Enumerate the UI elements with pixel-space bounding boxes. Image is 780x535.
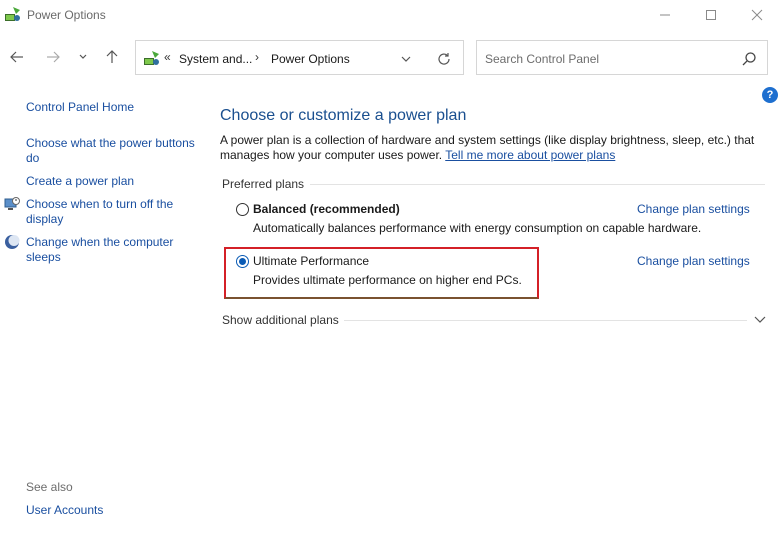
- breadcrumb-power-options[interactable]: Power Options: [271, 52, 350, 66]
- maximize-icon: [706, 10, 716, 20]
- forward-button[interactable]: [42, 46, 64, 68]
- window-title: Power Options: [27, 8, 106, 22]
- change-plan-settings-ultimate[interactable]: Change plan settings: [637, 254, 750, 268]
- power-options-icon: [5, 7, 20, 21]
- breadcrumb-separator[interactable]: ›: [255, 50, 259, 64]
- change-plan-settings-balanced[interactable]: Change plan settings: [637, 202, 750, 216]
- chevron-down-icon[interactable]: [753, 314, 767, 326]
- chevron-down-icon: [79, 54, 87, 59]
- minimize-button[interactable]: [642, 0, 688, 30]
- plan-name-ultimate[interactable]: Ultimate Performance: [253, 254, 369, 268]
- arrow-right-icon: [47, 51, 60, 63]
- page-title: Choose or customize a power plan: [220, 107, 467, 124]
- arrow-up-icon: [106, 50, 118, 63]
- search-box[interactable]: Search Control Panel: [476, 40, 768, 75]
- learn-more-link[interactable]: Tell me more about power plans: [445, 148, 615, 162]
- see-also-label: See also: [26, 480, 73, 494]
- sidebar-link-power-buttons[interactable]: Choose what the power buttons do: [26, 136, 196, 166]
- breadcrumb-system[interactable]: System and...: [179, 52, 252, 66]
- display-clock-icon: [4, 197, 20, 210]
- plan-radio-ultimate[interactable]: [236, 255, 249, 268]
- show-additional-plans[interactable]: Show additional plans: [222, 313, 339, 327]
- sidebar-link-user-accounts[interactable]: User Accounts: [26, 503, 103, 517]
- show-additional-divider: [344, 320, 747, 321]
- search-icon[interactable]: [741, 51, 757, 67]
- moon-icon: [5, 235, 20, 249]
- search-input[interactable]: Search Control Panel: [485, 52, 599, 66]
- plan-name-balanced[interactable]: Balanced (recommended): [253, 202, 400, 216]
- power-options-icon: [144, 51, 159, 65]
- sidebar-link-computer-sleeps[interactable]: Change when the computer sleeps: [26, 235, 196, 265]
- preferred-plans-label: Preferred plans: [222, 177, 305, 191]
- arrow-left-icon: [10, 51, 23, 63]
- minimize-icon: [660, 14, 670, 16]
- breadcrumb-overflow[interactable]: «: [164, 50, 171, 64]
- section-divider: [310, 184, 765, 185]
- address-dropdown-button[interactable]: [398, 51, 414, 67]
- plan-description-balanced: Automatically balances performance with …: [253, 221, 702, 235]
- chevron-down-icon: [401, 56, 411, 62]
- up-button[interactable]: [101, 46, 123, 68]
- plan-radio-balanced[interactable]: [236, 203, 249, 216]
- close-icon: [751, 9, 763, 21]
- help-icon[interactable]: ?: [762, 87, 778, 103]
- maximize-button[interactable]: [688, 0, 734, 30]
- page-description: A power plan is a collection of hardware…: [220, 133, 760, 163]
- refresh-icon: [438, 53, 450, 65]
- navigation-bar: « System and... › Power Options Search C…: [0, 38, 780, 76]
- plan-description-ultimate: Provides ultimate performance on higher …: [253, 273, 522, 287]
- address-bar[interactable]: « System and... › Power Options: [135, 40, 464, 75]
- recent-locations-button[interactable]: [72, 46, 94, 68]
- back-button[interactable]: [6, 46, 28, 68]
- sidebar-link-control-panel-home[interactable]: Control Panel Home: [26, 100, 134, 114]
- title-bar: Power Options: [0, 0, 780, 30]
- close-button[interactable]: [734, 0, 780, 30]
- sidebar-link-create-plan[interactable]: Create a power plan: [26, 174, 134, 188]
- sidebar-link-turn-off-display[interactable]: Choose when to turn off the display: [26, 197, 196, 227]
- refresh-button[interactable]: [435, 50, 453, 68]
